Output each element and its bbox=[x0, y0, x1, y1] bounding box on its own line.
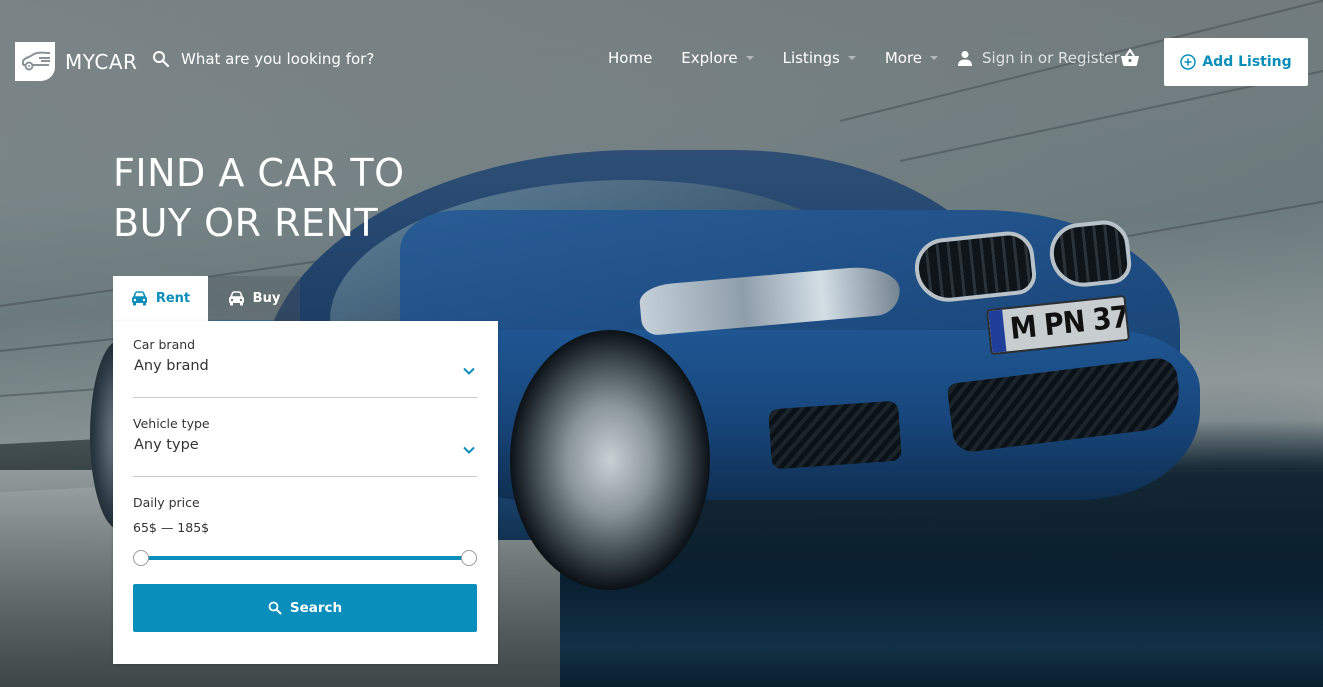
daily-price-label: Daily price bbox=[133, 495, 200, 510]
brand-name: MYCAR bbox=[65, 49, 138, 74]
hero-title-line2: BUY OR RENT bbox=[113, 201, 379, 245]
nav-more-label: More bbox=[884, 49, 923, 67]
car-brand-value: Any brand bbox=[134, 358, 209, 374]
hero-title: FIND A CAR TO BUY OR RENT bbox=[113, 148, 443, 248]
search-button-label: Search bbox=[289, 600, 343, 616]
add-listing-button[interactable]: Add Listing bbox=[1164, 38, 1308, 86]
search-icon bbox=[268, 601, 282, 615]
vehicle-type-label: Vehicle type bbox=[133, 416, 210, 431]
vehicle-type-value: Any type bbox=[134, 437, 199, 453]
tab-buy[interactable]: Buy bbox=[208, 276, 300, 321]
chevron-down-icon bbox=[463, 367, 475, 375]
site-header: MYCAR Home Explore Listings More Sign in… bbox=[0, 0, 1323, 120]
nav-listings-label: Listings bbox=[782, 49, 840, 67]
caret-down-icon bbox=[930, 56, 939, 60]
search-tabs: Rent Buy bbox=[113, 276, 300, 321]
car-logo-icon bbox=[15, 42, 55, 81]
slider-handle-max[interactable] bbox=[461, 550, 477, 566]
search-form: Car brand Any brand Vehicle type Any typ… bbox=[113, 321, 498, 664]
nav-more[interactable]: More bbox=[884, 49, 939, 67]
caret-down-icon bbox=[847, 56, 856, 60]
vehicle-type-select[interactable]: Any type bbox=[133, 437, 477, 477]
car-brand-field: Car brand Any brand bbox=[133, 337, 477, 398]
plus-circle-icon bbox=[1180, 54, 1197, 70]
tab-rent[interactable]: Rent bbox=[113, 276, 208, 321]
nav-explore[interactable]: Explore bbox=[681, 49, 754, 67]
daily-price-field: Daily price 65$ — 185$ bbox=[133, 495, 477, 567]
signin-link[interactable]: Sign in or Register bbox=[957, 49, 1120, 67]
search-icon bbox=[152, 50, 170, 68]
tab-buy-label: Buy bbox=[252, 291, 281, 306]
slider-track bbox=[141, 556, 469, 560]
caret-down-icon bbox=[745, 56, 754, 60]
signin-label: Sign in or Register bbox=[982, 49, 1120, 67]
main-nav: Home Explore Listings More bbox=[608, 49, 939, 67]
add-listing-label: Add Listing bbox=[1202, 54, 1292, 70]
nav-explore-label: Explore bbox=[681, 49, 738, 67]
car-icon bbox=[131, 291, 148, 306]
nav-listings[interactable]: Listings bbox=[783, 49, 856, 67]
car-brand-select[interactable]: Any brand bbox=[133, 358, 477, 398]
tab-rent-label: Rent bbox=[155, 291, 191, 306]
hero-title-line1: FIND A CAR TO bbox=[113, 151, 405, 195]
car-brand-label: Car brand bbox=[133, 337, 196, 352]
shopping-basket-icon[interactable] bbox=[1120, 48, 1140, 68]
brand-logo[interactable]: MYCAR bbox=[15, 42, 137, 81]
search-button[interactable]: Search bbox=[133, 584, 477, 632]
slider-handle-min[interactable] bbox=[133, 550, 149, 566]
user-icon bbox=[957, 50, 973, 66]
header-search bbox=[152, 50, 401, 68]
search-input[interactable] bbox=[181, 50, 401, 68]
nav-home[interactable]: Home bbox=[608, 49, 652, 67]
car-icon bbox=[228, 291, 245, 306]
price-range-slider[interactable] bbox=[133, 549, 477, 567]
chevron-down-icon bbox=[463, 446, 475, 454]
price-range-value: 65$ — 185$ bbox=[133, 520, 210, 535]
nav-home-label: Home bbox=[608, 49, 653, 67]
vehicle-type-field: Vehicle type Any type bbox=[133, 416, 477, 477]
